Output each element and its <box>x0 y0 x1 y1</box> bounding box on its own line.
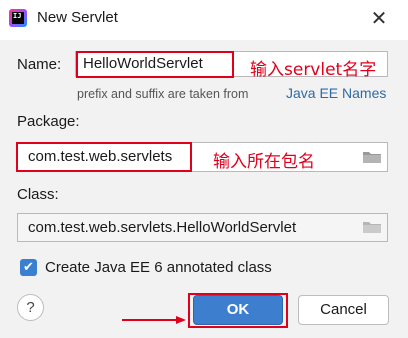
window-title: New Servlet <box>37 9 118 26</box>
annotated-class-checkbox[interactable]: ✔ <box>20 259 37 276</box>
intellij-app-icon: IJ <box>9 9 27 27</box>
cancel-button[interactable]: Cancel <box>298 295 389 325</box>
help-button[interactable]: ? <box>17 294 44 321</box>
ok-highlight-box <box>188 293 288 328</box>
package-label: Package: <box>17 113 80 130</box>
title-bar: IJ New Servlet ✕ <box>0 0 408 40</box>
folder-icon[interactable] <box>362 220 382 234</box>
close-icon[interactable]: ✕ <box>368 8 390 30</box>
arrow-annotation <box>122 316 186 324</box>
name-annotation: 输入servlet名字 <box>250 60 377 80</box>
suffix-hint: prefix and suffix are taken from <box>77 87 249 101</box>
class-label: Class: <box>17 186 59 203</box>
name-highlight-box <box>76 51 234 78</box>
class-input-value: com.test.web.servlets.HelloWorldServlet <box>28 219 297 236</box>
package-highlight-box <box>16 142 192 172</box>
class-input[interactable]: com.test.web.servlets.HelloWorldServlet <box>17 213 388 242</box>
java-ee-names-link[interactable]: Java EE Names <box>286 85 386 101</box>
annotated-class-label[interactable]: Create Java EE 6 annotated class <box>45 259 272 276</box>
package-annotation: 输入所在包名 <box>213 152 315 172</box>
name-label: Name: <box>17 56 62 73</box>
checkmark-icon: ✔ <box>23 260 34 275</box>
folder-icon[interactable] <box>362 150 382 164</box>
